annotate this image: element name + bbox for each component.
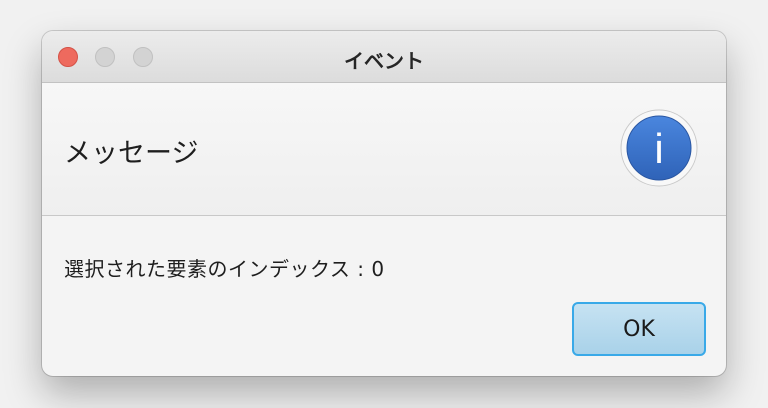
info-icon-glyph: i bbox=[654, 125, 663, 172]
window-title: イベント bbox=[344, 49, 424, 73]
event-dialog: イベント メッセージ i 選択された要素のインデックス : 0 OK bbox=[42, 31, 726, 376]
title-bar[interactable]: イベント bbox=[42, 31, 726, 83]
header-text: メッセージ bbox=[64, 138, 199, 169]
ok-button[interactable]: OK bbox=[572, 302, 706, 356]
content-message: 選択された要素のインデックス : 0 bbox=[64, 257, 385, 281]
info-icon: i bbox=[620, 109, 698, 187]
dialog-header: メッセージ i bbox=[42, 83, 726, 216]
